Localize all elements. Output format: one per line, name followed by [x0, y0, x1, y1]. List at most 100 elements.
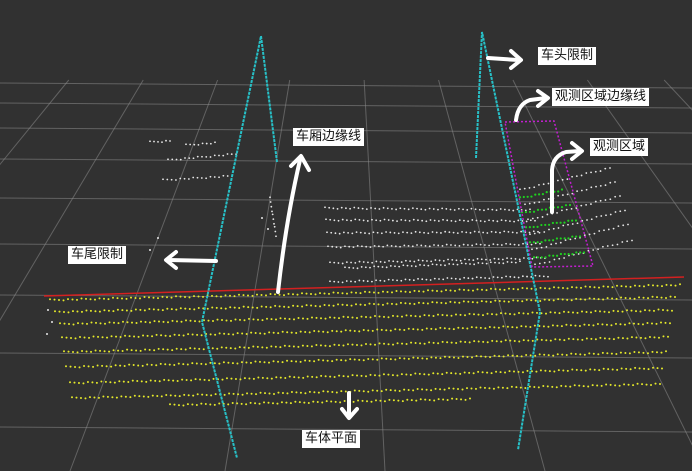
body-plane-point — [352, 400, 355, 403]
body-plane-point — [178, 395, 181, 398]
scan-point — [450, 244, 452, 246]
body-plane-point — [256, 293, 258, 296]
body-plane-point — [418, 372, 421, 375]
scan-point — [396, 279, 398, 282]
body-plane-point — [519, 386, 522, 389]
scan-point — [483, 209, 485, 212]
body-plane-point — [674, 296, 676, 298]
scan-point — [458, 244, 461, 247]
scan-point — [442, 259, 445, 262]
body-plane-point — [151, 335, 154, 338]
scan-point — [364, 266, 367, 269]
scan-point — [51, 321, 53, 323]
body-plane-point — [308, 390, 311, 393]
body-plane-point — [118, 380, 121, 383]
body-plane-point — [661, 367, 663, 370]
scan-point — [448, 231, 451, 234]
scan-point — [391, 219, 394, 222]
body-plane-point — [240, 402, 243, 405]
body-plane-point — [130, 309, 133, 312]
scan-point — [509, 220, 511, 223]
body-plane-point — [190, 379, 193, 382]
scan-point — [482, 231, 485, 234]
body-plane-point — [159, 362, 162, 365]
label-compartment-edge: 车厢边缘线 — [293, 128, 365, 146]
body-plane-point — [154, 379, 157, 382]
body-plane-point — [355, 291, 357, 294]
observation-point — [571, 219, 574, 222]
body-plane-point — [619, 351, 622, 354]
body-plane-point — [644, 337, 647, 340]
scan-point — [474, 208, 477, 211]
body-plane-point — [563, 310, 565, 313]
body-plane-point — [531, 339, 534, 342]
body-plane-point — [137, 335, 140, 338]
body-plane-point — [450, 341, 453, 344]
body-plane-point — [138, 395, 141, 398]
scan-point — [594, 200, 597, 203]
scan-point — [534, 219, 536, 222]
body-plane-point — [224, 294, 227, 297]
body-plane-point — [449, 300, 452, 303]
body-plane-point — [556, 353, 559, 356]
body-plane-point — [264, 392, 267, 395]
body-plane-point — [108, 321, 111, 324]
scan-point — [566, 193, 569, 196]
scan-point — [351, 232, 354, 235]
body-plane-point — [213, 362, 216, 365]
body-plane-point — [304, 331, 307, 333]
body-plane-point — [175, 347, 178, 350]
body-plane-point — [555, 386, 558, 389]
body-plane-point — [432, 314, 435, 317]
grid-line-v — [69, 79, 219, 471]
body-plane-point — [194, 320, 196, 323]
body-plane-point — [293, 376, 296, 379]
body-plane-point — [367, 357, 370, 360]
body-plane-point — [632, 322, 635, 325]
body-plane-point — [486, 312, 489, 315]
body-plane-point — [92, 365, 95, 368]
body-plane-point — [302, 317, 304, 320]
body-plane-point — [143, 296, 146, 298]
grid-line-v — [438, 79, 546, 471]
body-plane-point — [128, 335, 131, 338]
body-plane-point — [646, 352, 649, 355]
body-plane-point — [333, 343, 336, 346]
scan-point — [489, 259, 492, 261]
body-plane-point — [200, 362, 203, 365]
scan-point — [350, 219, 352, 222]
scan-point — [437, 220, 440, 222]
observation-point — [548, 254, 551, 257]
scan-point — [614, 181, 616, 183]
scan-point — [619, 195, 621, 197]
body-plane-point — [76, 298, 78, 301]
scan-point — [487, 208, 490, 210]
body-plane-point — [597, 298, 600, 301]
observation-point — [534, 193, 537, 196]
scan-point — [471, 277, 474, 280]
scan-point — [471, 244, 474, 247]
body-plane-point — [479, 326, 482, 329]
scan-point — [373, 265, 376, 268]
scan-point — [165, 139, 167, 142]
body-plane-point — [656, 296, 659, 299]
body-plane-point — [629, 297, 632, 300]
body-plane-point — [257, 376, 260, 379]
scan-point — [410, 232, 413, 235]
scan-point — [414, 265, 417, 268]
scan-point — [461, 230, 463, 233]
body-plane-point — [396, 374, 399, 377]
body-plane-point — [419, 342, 422, 345]
body-plane-point — [141, 364, 144, 367]
body-plane-point — [313, 360, 316, 363]
observation-point — [545, 191, 548, 194]
scan-point — [440, 232, 442, 234]
scan-point — [606, 245, 609, 247]
body-plane-point — [349, 358, 352, 361]
body-plane-point — [509, 339, 512, 342]
body-plane-point — [236, 332, 239, 335]
body-plane-point — [193, 347, 196, 350]
point-cloud-viewport[interactable] — [0, 0, 692, 471]
scan-point — [382, 245, 385, 248]
scan-point — [553, 258, 556, 261]
